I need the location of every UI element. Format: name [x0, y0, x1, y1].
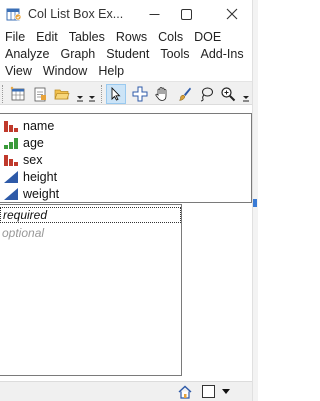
- maximize-icon: [180, 8, 192, 20]
- column-label: height: [23, 169, 58, 184]
- menu-cols[interactable]: Cols: [153, 29, 183, 46]
- toolbar-grip-2[interactable]: [101, 85, 103, 103]
- lasso-icon: [200, 87, 213, 102]
- chevron-down-icon: [243, 96, 249, 102]
- menu-graph[interactable]: Graph: [55, 46, 95, 63]
- open-folder-icon: [54, 89, 70, 100]
- toolbar: [0, 81, 252, 105]
- open-file-button[interactable]: [52, 84, 72, 104]
- column-label: weight: [23, 186, 60, 201]
- menu-doe[interactable]: DOE: [189, 29, 221, 46]
- new-data-table-icon: [10, 86, 25, 101]
- title-bar[interactable]: Col List Box Ex...: [0, 0, 252, 28]
- menu-row-1: File Edit Tables Rows Cols DOE: [0, 29, 227, 46]
- new-data-table-button[interactable]: [8, 84, 28, 104]
- magnifier-icon: [221, 87, 236, 102]
- brush-tool-button[interactable]: [174, 84, 194, 104]
- menu-edit[interactable]: Edit: [31, 29, 58, 46]
- new-script-button[interactable]: [30, 84, 50, 104]
- minimize-icon: [149, 13, 159, 15]
- magnifier-tool-button[interactable]: [218, 84, 238, 104]
- nominal-column-icon: [4, 154, 18, 166]
- toolbar-dropdown-2[interactable]: [88, 86, 96, 102]
- close-icon: [226, 8, 238, 20]
- arrow-tool-button[interactable]: [106, 84, 126, 104]
- column-label: sex: [23, 152, 43, 167]
- nominal-column-icon: [4, 120, 18, 132]
- menu-row-3: View Window Help: [0, 63, 130, 80]
- close-button[interactable]: [214, 0, 250, 28]
- ordinal-column-icon: [4, 137, 18, 149]
- menu-analyze[interactable]: Analyze: [0, 46, 49, 63]
- optional-slot[interactable]: optional: [2, 226, 44, 240]
- home-icon[interactable]: [177, 384, 193, 400]
- crosshair-tool-button[interactable]: [130, 84, 150, 104]
- hand-grabber-icon: [155, 87, 167, 101]
- menu-add-ins[interactable]: Add-Ins: [196, 46, 244, 63]
- required-slot[interactable]: required: [0, 207, 181, 223]
- continuous-column-icon: [4, 170, 18, 183]
- column-item-weight[interactable]: weight: [0, 185, 59, 202]
- new-script-icon: [34, 87, 46, 102]
- column-item-age[interactable]: age: [0, 134, 44, 151]
- grabber-tool-button[interactable]: [152, 84, 172, 104]
- column-item-height[interactable]: height: [0, 168, 57, 185]
- minimize-button[interactable]: [136, 0, 172, 28]
- menu-file[interactable]: File: [0, 29, 25, 46]
- window-list-icon[interactable]: [202, 385, 215, 398]
- menu-bar: File Edit Tables Rows Cols DOE Analyze G…: [0, 29, 252, 81]
- menu-rows[interactable]: Rows: [111, 29, 147, 46]
- dropdown-arrow-icon[interactable]: [220, 385, 232, 398]
- column-label: age: [23, 135, 44, 150]
- status-bar: [0, 381, 252, 401]
- menu-student[interactable]: Student: [101, 46, 149, 63]
- column-item-name[interactable]: name: [0, 117, 54, 134]
- toolbar-dropdown-1[interactable]: [76, 86, 84, 102]
- column-label: name: [23, 118, 55, 133]
- menu-help[interactable]: Help: [93, 63, 124, 80]
- menu-row-2: Analyze Graph Student Tools Add-Ins: [0, 46, 250, 63]
- lasso-tool-button[interactable]: [196, 84, 216, 104]
- menu-view[interactable]: View: [0, 63, 32, 80]
- arrow-pointer-icon: [111, 87, 121, 101]
- role-list-box[interactable]: required optional: [0, 204, 182, 376]
- brush-icon: [178, 87, 191, 101]
- menu-window[interactable]: Window: [38, 63, 87, 80]
- menu-tables[interactable]: Tables: [64, 29, 105, 46]
- jmp-app-icon: [6, 8, 22, 21]
- crosshair-icon: [132, 86, 148, 102]
- window-title: Col List Box Ex...: [28, 7, 124, 21]
- edge-marker: [253, 199, 257, 207]
- jmp-window: Col List Box Ex... File Edit Tables Rows…: [0, 0, 258, 401]
- toolbar-grip[interactable]: [2, 85, 4, 103]
- continuous-column-icon: [4, 187, 18, 200]
- maximize-button[interactable]: [168, 0, 204, 28]
- chevron-down-icon: [89, 96, 95, 102]
- toolbar-dropdown-3[interactable]: [242, 86, 250, 102]
- column-item-sex[interactable]: sex: [0, 151, 42, 168]
- menu-tools[interactable]: Tools: [155, 46, 189, 63]
- chevron-down-icon: [77, 96, 83, 102]
- column-list-box[interactable]: name age sex height weight: [0, 113, 252, 203]
